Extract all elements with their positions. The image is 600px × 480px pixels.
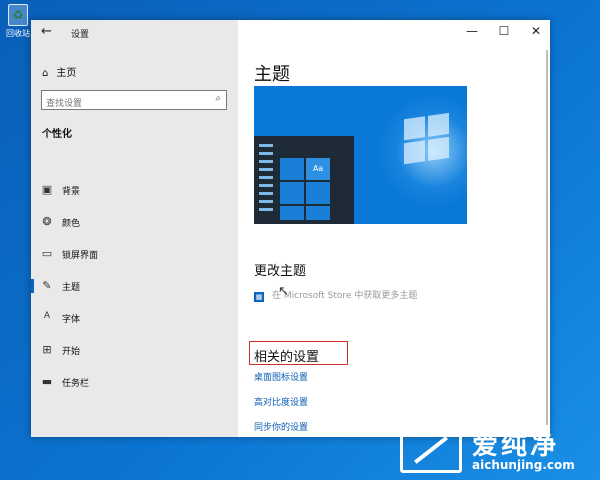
watermark-logo: 爱纯净 aichunjing.com <box>400 425 596 477</box>
search-icon[interactable]: ⌕ <box>215 93 221 104</box>
mouse-cursor-icon: ↖ <box>278 284 289 299</box>
scrollbar[interactable] <box>546 50 548 425</box>
maximize-button[interactable]: ☐ <box>495 24 513 38</box>
recycle-bin-label: 回收站 <box>6 29 30 38</box>
image-icon: ▣ <box>41 183 53 196</box>
sidebar-item-lock-screen[interactable]: ▭ 锁屏界面 <box>31 242 238 266</box>
preview-tile <box>306 206 330 220</box>
watermark-en: aichunjing.com <box>472 458 575 472</box>
store-link[interactable]: 在 Microsoft Store 中获取更多主题 <box>272 291 417 301</box>
palette-icon: ❂ <box>42 215 52 228</box>
sidebar-item-home[interactable]: ⌂ 主页 <box>42 64 76 79</box>
theme-preview: Aa <box>254 86 467 224</box>
high-contrast-settings-link[interactable]: 高对比度设置 <box>254 395 308 408</box>
preview-tile <box>280 182 304 204</box>
sidebar-item-label: 任务栏 <box>62 379 90 389</box>
preview-tile <box>280 158 304 180</box>
preview-aa-tile: Aa <box>306 158 330 180</box>
watermark-mark-icon <box>400 427 462 473</box>
content-pane: — ☐ ✕ 主题 Aa 更改主题 ▦ 在 Microsoft Store 中获取… <box>238 20 550 437</box>
sidebar-item-colors[interactable]: ❂ 颜色 <box>31 210 238 234</box>
desktop-icon-settings-link[interactable]: 桌面图标设置 <box>254 370 308 383</box>
sidebar-item-label: 主题 <box>62 283 81 293</box>
home-label: 主页 <box>56 68 77 79</box>
title-bar: ← 设置 <box>31 20 238 46</box>
lock-screen-icon: ▭ <box>41 247 53 260</box>
preview-menu-list <box>259 144 275 216</box>
font-icon: A <box>43 311 51 321</box>
sidebar-item-start[interactable]: ⊞ 开始 <box>31 338 238 362</box>
close-button[interactable]: ✕ <box>527 24 545 38</box>
preview-tile <box>306 182 330 204</box>
search-box[interactable]: ⌕ <box>41 90 227 112</box>
related-settings-heading: 相关的设置 <box>254 350 320 365</box>
recycle-bin-icon: ♻ <box>8 4 28 26</box>
sidebar-item-fonts[interactable]: A 字体 <box>31 306 238 330</box>
taskbar-icon: ▬ <box>41 375 53 388</box>
brush-icon: ✎ <box>42 279 52 292</box>
store-icon: ▦ <box>254 292 264 302</box>
recycle-bin-desktop-icon[interactable]: ♻ 回收站 <box>4 4 32 39</box>
sidebar-item-label: 字体 <box>62 315 81 325</box>
sidebar-item-themes[interactable]: ✎ 主题 <box>31 274 238 298</box>
sidebar-item-label: 颜色 <box>62 219 81 229</box>
sidebar: ← 设置 ⌂ 主页 ⌕ 个性化 ▣ 背景 ❂ 颜色 ▭ 锁屏界面 ✎ 主题 A <box>31 20 238 437</box>
back-button[interactable]: ← <box>41 24 52 39</box>
sidebar-item-background[interactable]: ▣ 背景 <box>31 178 238 202</box>
sidebar-item-taskbar[interactable]: ▬ 任务栏 <box>31 370 238 394</box>
windows-logo-icon <box>404 112 450 165</box>
window-title: 设置 <box>71 30 90 40</box>
watermark-cn: 爱纯净 <box>472 431 560 461</box>
start-icon: ⊞ <box>42 343 52 356</box>
sync-settings-link[interactable]: 同步你的设置 <box>254 420 308 433</box>
minimize-button[interactable]: — <box>463 24 481 38</box>
preview-start-menu: Aa <box>254 136 354 224</box>
preview-tile <box>280 206 304 220</box>
sidebar-item-label: 锁屏界面 <box>62 251 99 261</box>
section-title: 个性化 <box>42 129 72 140</box>
sidebar-item-label: 开始 <box>62 347 81 357</box>
home-icon: ⌂ <box>42 68 49 79</box>
settings-window: ← 设置 ⌂ 主页 ⌕ 个性化 ▣ 背景 ❂ 颜色 ▭ 锁屏界面 ✎ 主题 A <box>31 20 550 437</box>
change-theme-heading: 更改主题 <box>254 264 307 279</box>
page-title: 主题 <box>254 64 290 85</box>
search-input[interactable] <box>46 96 206 112</box>
sidebar-item-label: 背景 <box>62 187 81 197</box>
